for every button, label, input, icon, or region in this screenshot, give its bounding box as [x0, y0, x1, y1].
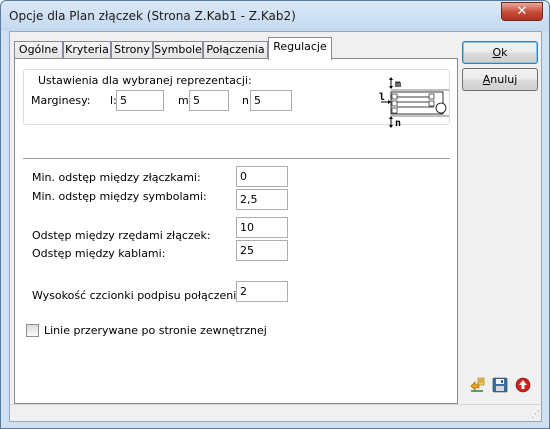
font-height-field[interactable]: 2 [236, 281, 288, 302]
diagram-l-label: l [379, 92, 385, 103]
status-bar: ⋰ [10, 404, 541, 421]
margin-diagram-icon: m l n [379, 77, 449, 128]
close-icon: ✕ [516, 4, 528, 19]
margin-n-field[interactable]: 5 [250, 90, 292, 111]
min-terminal-gap-field[interactable]: 0 [236, 166, 288, 187]
min-symbol-gap-field[interactable]: 2,5 [236, 189, 288, 210]
dashed-lines-label[interactable]: Linie przerywane po stronie zewnętrznej [44, 324, 267, 337]
margin-l-field[interactable]: 5 [116, 90, 164, 111]
tab-panel-adjustments: Ustawienia dla wybranej reprezentacji: M… [14, 58, 458, 404]
upload-icon[interactable] [515, 377, 531, 393]
ok-label: k [501, 46, 508, 59]
tab-label: Strony [114, 43, 150, 56]
tab-label: Ogólne [18, 43, 59, 56]
tab-general[interactable]: Ogólne [14, 41, 63, 59]
import-config-icon[interactable] [469, 377, 485, 393]
row-gap-field[interactable]: 10 [236, 217, 288, 238]
min-symbol-gap-label: Min. odstęp między symbolami: [32, 190, 207, 203]
window-title: Opcje dla Plan złączek (Strona Z.Kab1 - … [9, 9, 296, 23]
cancel-button[interactable]: Anuluj [462, 68, 538, 91]
cable-gap-label: Odstęp między kablami: [32, 247, 166, 260]
tab-symbols[interactable]: Symbole [153, 41, 203, 59]
tab-criteria[interactable]: Kryteria [63, 41, 111, 59]
font-height-label: Wysokość czcionki podpisu połączenia: [32, 289, 247, 302]
group-title: Ustawienia dla wybranej reprezentacji: [36, 74, 254, 87]
margin-m-field[interactable]: 5 [189, 90, 229, 111]
title-bar[interactable]: Opcje dla Plan złączek (Strona Z.Kab1 - … [1, 1, 549, 31]
tab-pages[interactable]: Strony [111, 41, 153, 59]
ok-button[interactable]: Ok [462, 41, 538, 64]
tab-label: Regulacje [273, 40, 327, 53]
save-icon[interactable] [492, 377, 508, 393]
dialog-window: Opcje dla Plan złączek (Strona Z.Kab1 - … [0, 0, 550, 429]
dashed-lines-checkbox[interactable] [26, 324, 39, 337]
resize-grip-icon[interactable]: ⋰ [531, 411, 540, 420]
separator [23, 158, 450, 160]
representation-group: Ustawienia dla wybranej reprezentacji: M… [23, 69, 450, 128]
cable-gap-field[interactable]: 25 [236, 240, 288, 261]
row-gap-label: Odstęp między rzędami złączek: [32, 229, 211, 242]
tab-adjustments[interactable]: Regulacje [268, 37, 332, 60]
cancel-label: nuluj [490, 73, 518, 86]
min-terminal-gap-label: Min. odstęp między złączkami: [32, 171, 201, 184]
margins-label: Marginesy: [31, 94, 91, 107]
tab-connections[interactable]: Połączenia [203, 41, 268, 59]
close-button[interactable]: ✕ [501, 2, 543, 21]
diagram-m-label: m [395, 79, 401, 90]
dialog-client-area: Ogólne Kryteria Strony Symbole Połączeni… [9, 31, 542, 422]
tab-label: Symbole [154, 43, 202, 56]
diagram-n-label: n [395, 118, 401, 128]
tab-label: Połączenia [206, 43, 265, 56]
tab-label: Kryteria [65, 43, 109, 56]
ok-accel: O [492, 46, 502, 59]
